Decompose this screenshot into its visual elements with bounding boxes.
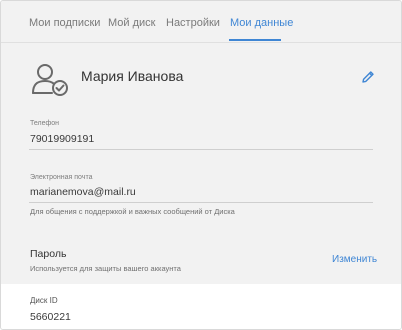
account-settings-window: Мои подписки Мой диск Настройки Мои данн… [0,0,402,330]
email-field[interactable]: marianemova@mail.ru [30,186,136,198]
disk-id-label: Диск ID [30,296,58,305]
phone-underline [29,149,373,150]
tab-settings[interactable]: Настройки [166,16,220,30]
active-tab-indicator [229,39,281,41]
tab-bar: Мои подписки Мой диск Настройки Мои данн… [1,1,401,43]
email-hint: Для общения с поддержкой и важных сообще… [30,207,235,216]
change-password-link[interactable]: Изменить [332,254,377,265]
disk-id-value: 5660221 [30,311,71,323]
disk-id-panel: Диск ID 5660221 [1,284,401,329]
pencil-icon[interactable] [360,69,376,85]
tab-my-subscriptions[interactable]: Мои подписки [29,16,100,30]
password-hint: Используется для защиты вашего аккаунта [30,264,181,273]
password-title: Пароль [30,248,67,260]
user-check-icon [32,64,68,96]
email-label: Электронная почта [30,174,93,181]
tab-my-data[interactable]: Мои данные [230,16,293,30]
phone-label: Телефон [30,120,60,127]
user-name: Мария Иванова [81,68,184,84]
email-underline [29,202,373,203]
tab-my-disk[interactable]: Мой диск [108,16,155,30]
phone-field[interactable]: 79019909191 [30,133,94,145]
